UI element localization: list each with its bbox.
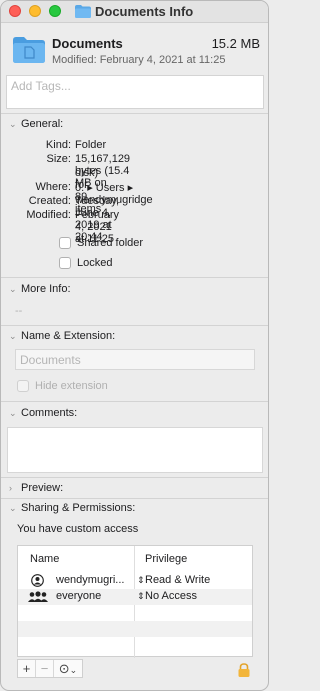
item-name: Documents — [52, 36, 123, 51]
title-bar: Documents Info — [1, 1, 268, 23]
user-name: everyone — [56, 590, 102, 602]
shared-folder-checkbox[interactable]: Shared folder — [59, 237, 143, 249]
checkbox-box[interactable] — [59, 257, 71, 269]
more-info-value: -- — [15, 305, 23, 317]
name-field[interactable]: Documents — [15, 349, 255, 370]
name-column-header[interactable]: Name — [30, 546, 59, 572]
table-row — [18, 637, 252, 653]
privilege-column-header[interactable]: Privilege — [145, 546, 187, 572]
tags-field[interactable]: Add Tags... — [6, 75, 264, 109]
comments-section-header[interactable]: ⌄ Comments: — [9, 407, 77, 419]
where-label: Where: — [35, 181, 71, 193]
divider — [1, 113, 268, 114]
shared-folder-label: Shared folder — [77, 237, 144, 249]
action-menu-button[interactable]: ⊙⌄ — [54, 660, 82, 677]
folder-icon — [13, 37, 45, 63]
zoom-button[interactable] — [49, 5, 61, 17]
divider — [1, 401, 268, 402]
chevron-down-icon: ⌄ — [9, 330, 17, 341]
table-row[interactable]: wendymugri... ⇕ Read & Write — [18, 573, 252, 589]
section-title: Preview: — [21, 482, 64, 494]
locked-checkbox[interactable]: Locked — [59, 257, 112, 269]
table-row — [18, 605, 252, 621]
ellipsis-circle-icon: ⊙ — [58, 661, 70, 676]
hide-extension-label: Hide extension — [35, 380, 108, 392]
permissions-table: Name Privilege wendymugri... ⇕ Read & Wr… — [17, 545, 253, 658]
divider — [1, 277, 268, 278]
user-icon — [31, 574, 44, 587]
locked-label: Locked — [77, 257, 113, 269]
item-modified: Modified: February 4, 2021 at 11:25 — [52, 54, 226, 66]
section-title: Name & Extension: — [21, 330, 116, 342]
chevron-down-icon: ⌄ — [69, 665, 78, 675]
more-info-section-header[interactable]: ⌄ More Info: — [9, 283, 71, 295]
info-header: Documents 15.2 MB Modified: February 4, … — [1, 31, 268, 71]
add-button[interactable]: + — [18, 660, 36, 677]
size-label: Size: — [46, 153, 71, 165]
hide-extension-checkbox[interactable]: Hide extension — [17, 380, 108, 392]
checkbox-box[interactable] — [17, 380, 29, 392]
created-label: Created: — [28, 195, 71, 207]
sharing-section-header[interactable]: ⌄ Sharing & Permissions: — [9, 502, 135, 514]
section-title: More Info: — [21, 283, 71, 295]
privilege-value[interactable]: No Access — [145, 590, 197, 602]
chevron-right-icon: › — [9, 483, 12, 493]
section-title: Sharing & Permissions: — [21, 502, 136, 514]
user-name: wendymugri... — [56, 574, 125, 586]
chevron-down-icon: ⌄ — [9, 502, 17, 513]
minimize-button[interactable] — [29, 5, 41, 17]
window-title: Documents Info — [75, 4, 193, 19]
comments-field[interactable] — [7, 427, 263, 473]
item-size: 15.2 MB — [211, 36, 260, 51]
table-row[interactable]: everyone ⇕ No Access — [18, 589, 252, 605]
stepper-icon: ⇕ — [137, 575, 145, 585]
kind-label: Kind: — [45, 139, 71, 151]
group-icon — [28, 591, 48, 602]
table-row — [18, 621, 252, 637]
folder-icon — [75, 5, 91, 18]
chevron-down-icon: ⌄ — [9, 118, 17, 129]
chevron-down-icon: ⌄ — [9, 283, 17, 294]
section-title: Comments: — [21, 407, 78, 419]
info-window: Documents Info Documents 15.2 MB Modifie… — [0, 0, 269, 691]
kind-value: Folder — [75, 139, 107, 151]
chevron-down-icon: ⌄ — [9, 407, 17, 418]
access-text: You have custom access — [17, 523, 139, 535]
stepper-icon: ⇕ — [137, 591, 145, 601]
name-extension-section-header[interactable]: ⌄ Name & Extension: — [9, 330, 115, 342]
privilege-value[interactable]: Read & Write — [145, 574, 210, 586]
remove-button[interactable]: − — [36, 660, 54, 677]
divider — [1, 325, 268, 326]
general-section-header[interactable]: ⌄ General: — [9, 118, 63, 130]
lock-icon[interactable] — [237, 663, 251, 678]
preview-section-header[interactable]: › Preview: — [9, 482, 63, 494]
divider — [1, 498, 268, 499]
divider — [1, 477, 268, 478]
modified-label: Modified: — [26, 209, 71, 221]
checkbox-box[interactable] — [59, 237, 71, 249]
permissions-toolbar: + − ⊙⌄ — [17, 659, 83, 678]
section-title: General: — [21, 118, 64, 130]
close-button[interactable] — [9, 5, 21, 17]
window-title-text: Documents Info — [95, 4, 194, 19]
